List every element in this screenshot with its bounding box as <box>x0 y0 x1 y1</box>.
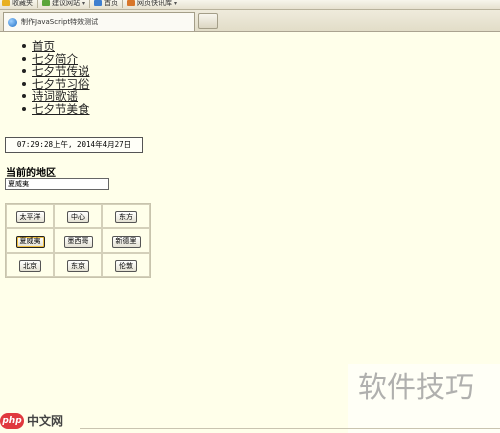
city-cell: 墨西哥 <box>54 228 102 253</box>
bottom-divider <box>80 428 500 429</box>
city-cell: 中心 <box>54 204 102 229</box>
php-logo-icon: php <box>0 412 24 429</box>
toolbar-separator <box>37 0 38 8</box>
city-row: 北京 东京 伦敦 <box>6 252 150 277</box>
city-button[interactable]: 伦敦 <box>115 260 137 273</box>
current-region-label: 当前的地区 <box>6 168 56 179</box>
city-row: 夏威夷 墨西哥 新德里 <box>6 228 150 253</box>
city-button[interactable]: 墨西哥 <box>63 235 93 248</box>
dropdown-arrow-icon[interactable]: ▾ <box>82 0 85 7</box>
toolbar-item-label: 首页 <box>104 0 119 7</box>
current-region-input[interactable] <box>5 178 109 190</box>
city-button-grid: 太平洋 中心 东方夏威夷 墨西哥 新德里北京 东京 伦敦 <box>5 203 151 278</box>
city-row: 太平洋 中心 东方 <box>6 204 150 229</box>
toolbar-item-label: 建议网站 <box>52 0 80 7</box>
city-cell: 北京 <box>6 252 54 277</box>
watermark-right: 软件技巧 <box>348 364 500 433</box>
toolbar-item-icon <box>42 0 50 6</box>
nav-list: 首页 七夕简介 七夕节传说 七夕节习俗 诗词歌谣 七夕节美食 <box>22 40 90 116</box>
tab-active[interactable]: 制作JavaScript特效测试 <box>3 12 195 31</box>
city-cell: 伦敦 <box>102 252 150 277</box>
watermark-left: php 中文网 <box>0 412 63 429</box>
favorites-toolbar: 收藏夹 建议网站 ▾ 首页 网页快讯库 ▾ <box>0 0 500 10</box>
toolbar-item-label: 收藏夹 <box>12 0 33 7</box>
city-cell: 新德里 <box>102 228 150 253</box>
watermark-left-text: 中文网 <box>27 414 64 428</box>
ie-page-icon <box>8 17 17 27</box>
city-button[interactable]: 东方 <box>115 211 137 224</box>
toolbar-separator <box>89 0 91 8</box>
toolbar-item-icon <box>2 0 10 6</box>
toolbar-item[interactable]: 收藏夹 <box>2 0 33 7</box>
toolbar-item[interactable]: 首页 <box>94 0 118 7</box>
city-button[interactable]: 东京 <box>67 260 89 273</box>
city-cell: 东方 <box>102 204 150 229</box>
new-tab-button[interactable] <box>198 13 218 29</box>
tab-bar: 制作JavaScript特效测试 <box>0 10 500 32</box>
tab-title: 制作JavaScript特效测试 <box>21 18 99 26</box>
toolbar-item-icon <box>127 0 136 6</box>
nav-link[interactable]: 七夕节美食 <box>32 102 90 116</box>
city-button[interactable]: 太平洋 <box>15 211 45 224</box>
toolbar-separator <box>122 0 124 8</box>
city-button[interactable]: 中心 <box>67 211 89 224</box>
city-button[interactable]: 北京 <box>19 260 41 273</box>
city-button[interactable]: 夏威夷 <box>15 235 45 248</box>
city-button[interactable]: 新德里 <box>111 235 141 248</box>
toolbar-item[interactable]: 网页快讯库 ▾ <box>127 0 177 7</box>
toolbar-item[interactable]: 建议网站 ▾ <box>42 0 85 7</box>
toolbar-item-label: 网页快讯库 <box>137 0 173 7</box>
nav-item: 七夕节美食 <box>22 102 90 116</box>
toolbar-item-icon <box>94 0 103 6</box>
city-cell: 太平洋 <box>6 204 54 229</box>
clock-display: 07:29:28上午, 2014年4月27日 <box>5 137 143 153</box>
dropdown-arrow-icon[interactable]: ▾ <box>174 0 177 7</box>
city-cell: 东京 <box>54 252 102 277</box>
city-cell: 夏威夷 <box>6 228 54 253</box>
